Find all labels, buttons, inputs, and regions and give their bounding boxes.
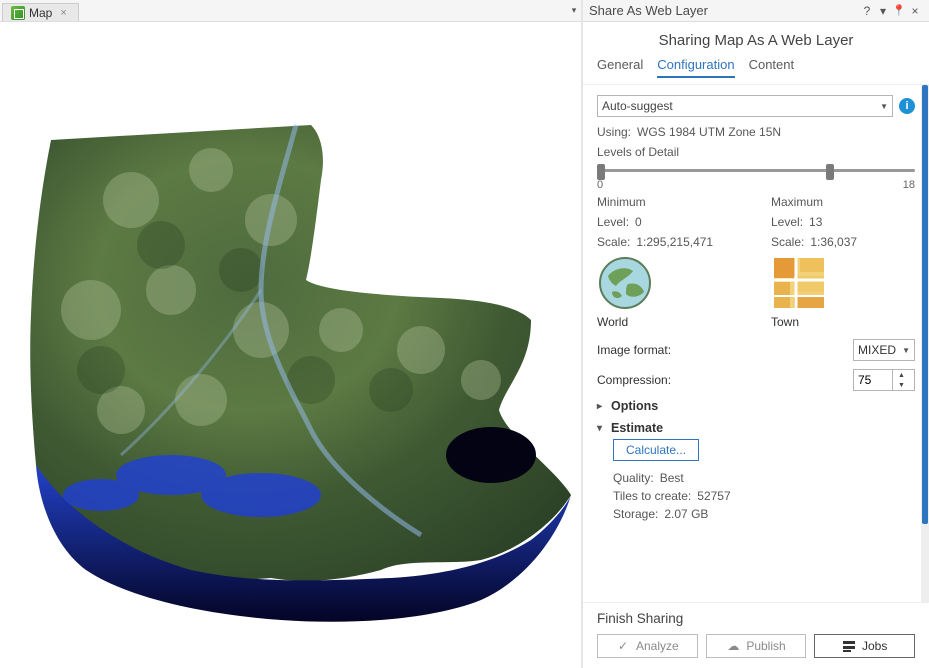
lod-min-tick: 0 [597,179,603,191]
jobs-label: Jobs [862,639,887,653]
min-caption: World [597,315,741,329]
publish-label: Publish [746,639,785,653]
chevron-right-icon: ▸ [597,401,607,412]
tabs: General Configuration Content [583,57,929,85]
help-icon[interactable]: ? [859,4,875,18]
maximum-column: Maximum Level: 13 Scale: 1:36,037 [771,195,915,329]
panel-title: Share As Web Layer [589,3,859,18]
using-value: WGS 1984 UTM Zone 15N [637,125,781,139]
pin-icon[interactable]: 📍 [891,4,907,17]
lod-slider[interactable]: 0 18 [597,163,915,191]
config-scroll: Auto-suggest ▼ i Using: WGS 1984 UTM Zon… [583,85,929,602]
autohide-icon[interactable]: ▾ [875,4,891,18]
compression-stepper[interactable]: ▲ ▼ [853,369,915,391]
max-caption: Town [771,315,915,329]
minimum-column: Minimum Level: 0 Scale: 1:295,215,471 Worl… [597,195,741,329]
quality-label: Quality: [613,471,654,485]
check-icon: ✓ [616,639,630,653]
max-scale-label: Scale: [771,235,804,249]
chevron-down-icon: ▼ [902,346,910,355]
close-icon[interactable]: × [60,8,70,18]
estimate-expander[interactable]: ▾ Estimate [597,421,915,435]
compression-input[interactable] [854,370,892,390]
analyze-button[interactable]: ✓ Analyze [597,634,698,658]
town-thumbnail [771,255,827,311]
analyze-label: Analyze [636,639,679,653]
min-level-value: 0 [635,215,642,229]
lod-slider-min-thumb[interactable] [597,164,605,180]
max-scale-value: 1:36,037 [810,235,857,249]
chevron-down-icon: ▾ [597,423,607,434]
map-tab[interactable]: Map × [2,3,79,21]
min-scale-label: Scale: [597,235,630,249]
options-expander[interactable]: ▸ Options [597,399,915,413]
lod-slider-max-thumb[interactable] [826,164,834,180]
share-panel: Share As Web Layer ? ▾ 📍 × Sharing Map A… [582,0,929,668]
min-level-label: Level: [597,215,629,229]
map-tab-label: Map [29,6,52,20]
view-menu-dropdown-icon[interactable]: ▾ [567,0,581,21]
panel-header: Share As Web Layer ? ▾ 📍 × [583,0,929,22]
info-icon[interactable]: i [899,98,915,114]
image-format-value: MIXED [858,343,896,357]
options-label: Options [611,399,658,413]
min-scale-value: 1:295,215,471 [636,235,713,249]
compression-label: Compression: [597,373,671,387]
close-panel-icon[interactable]: × [907,4,923,18]
map-content [11,80,571,640]
jobs-icon [842,639,856,653]
footer: Finish Sharing ✓ Analyze ☁ Publish Jobs [583,602,929,668]
tiling-scheme-value: Auto-suggest [602,99,673,113]
footer-heading: Finish Sharing [597,611,915,626]
panel-subtitle: Sharing Map As A Web Layer [583,22,929,57]
stepper-down-icon[interactable]: ▼ [893,380,910,390]
tiles-value: 52757 [697,489,730,503]
using-label: Using: [597,125,631,139]
calculate-button[interactable]: Calculate... [613,439,699,461]
max-level-value: 13 [809,215,822,229]
tab-general[interactable]: General [597,57,643,78]
maximum-heading: Maximum [771,195,915,209]
tiles-label: Tiles to create: [613,489,691,503]
estimate-label: Estimate [611,421,663,435]
jobs-button[interactable]: Jobs [814,634,915,658]
storage-label: Storage: [613,507,658,521]
map-view[interactable] [0,22,581,668]
scrollbar[interactable] [921,85,929,602]
chevron-down-icon: ▼ [880,102,888,111]
map-icon [11,6,25,20]
storage-value: 2.07 GB [664,507,708,521]
quality-value: Best [660,471,684,485]
tiling-scheme-dropdown[interactable]: Auto-suggest ▼ [597,95,893,117]
stepper-up-icon[interactable]: ▲ [893,370,910,380]
max-level-label: Level: [771,215,803,229]
map-tab-bar: Map × ▾ [0,0,581,22]
lod-max-tick: 18 [903,179,915,191]
publish-button[interactable]: ☁ Publish [706,634,807,658]
cloud-upload-icon: ☁ [726,639,740,653]
image-format-label: Image format: [597,343,671,357]
lod-label: Levels of Detail [597,145,915,159]
tab-content[interactable]: Content [749,57,795,78]
world-thumbnail [597,255,653,311]
image-format-select[interactable]: MIXED ▼ [853,339,915,361]
minimum-heading: Minimum [597,195,741,209]
map-panel: Map × ▾ [0,0,582,668]
tab-configuration[interactable]: Configuration [657,57,734,78]
